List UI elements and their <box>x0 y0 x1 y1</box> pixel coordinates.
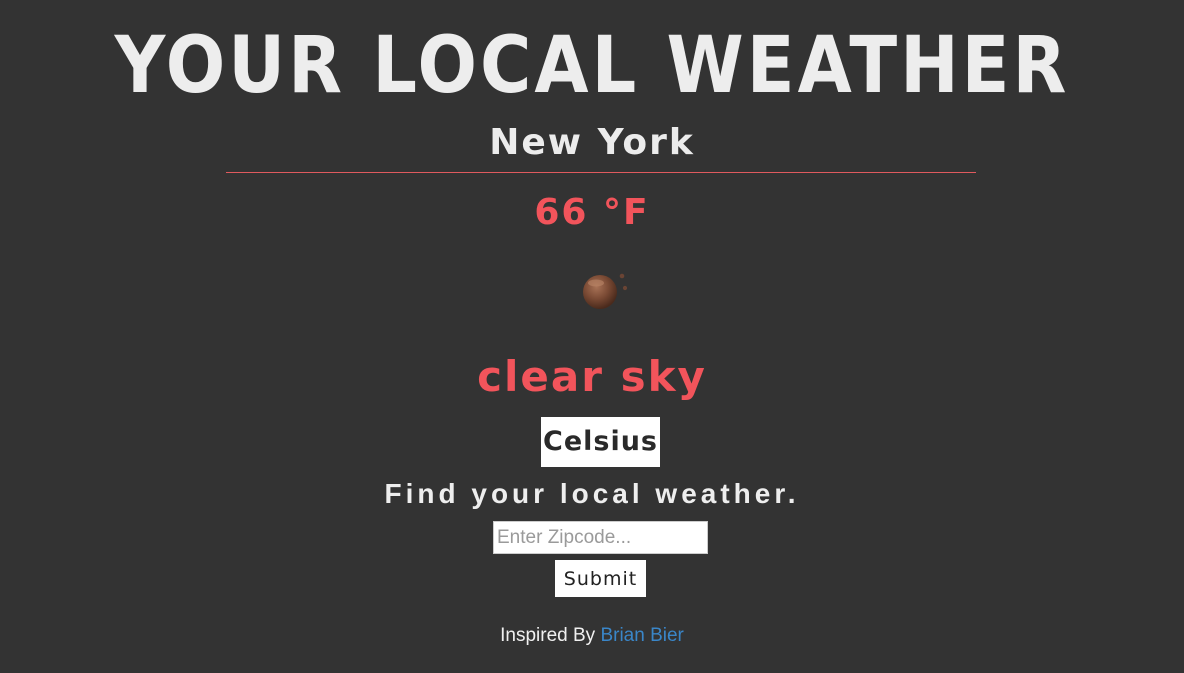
submit-button[interactable]: Submit <box>555 560 646 597</box>
search-prompt: Find your local weather. <box>384 478 800 509</box>
zipcode-input[interactable] <box>493 521 708 554</box>
page-title: YOUR LOCAL WEATHER <box>114 19 1070 111</box>
footer-credit: Inspired By Brian Bier <box>0 624 1184 648</box>
city-name: New York <box>489 122 695 163</box>
author-link[interactable]: Brian Bier <box>600 625 683 646</box>
clear-sky-night-icon <box>572 266 632 316</box>
divider <box>226 172 976 173</box>
credit-prefix: Inspired By <box>500 625 596 646</box>
weather-description: clear sky <box>477 352 707 401</box>
unit-toggle-button[interactable]: Celsius <box>541 417 660 467</box>
temperature-reading: 66 °F <box>534 192 650 233</box>
